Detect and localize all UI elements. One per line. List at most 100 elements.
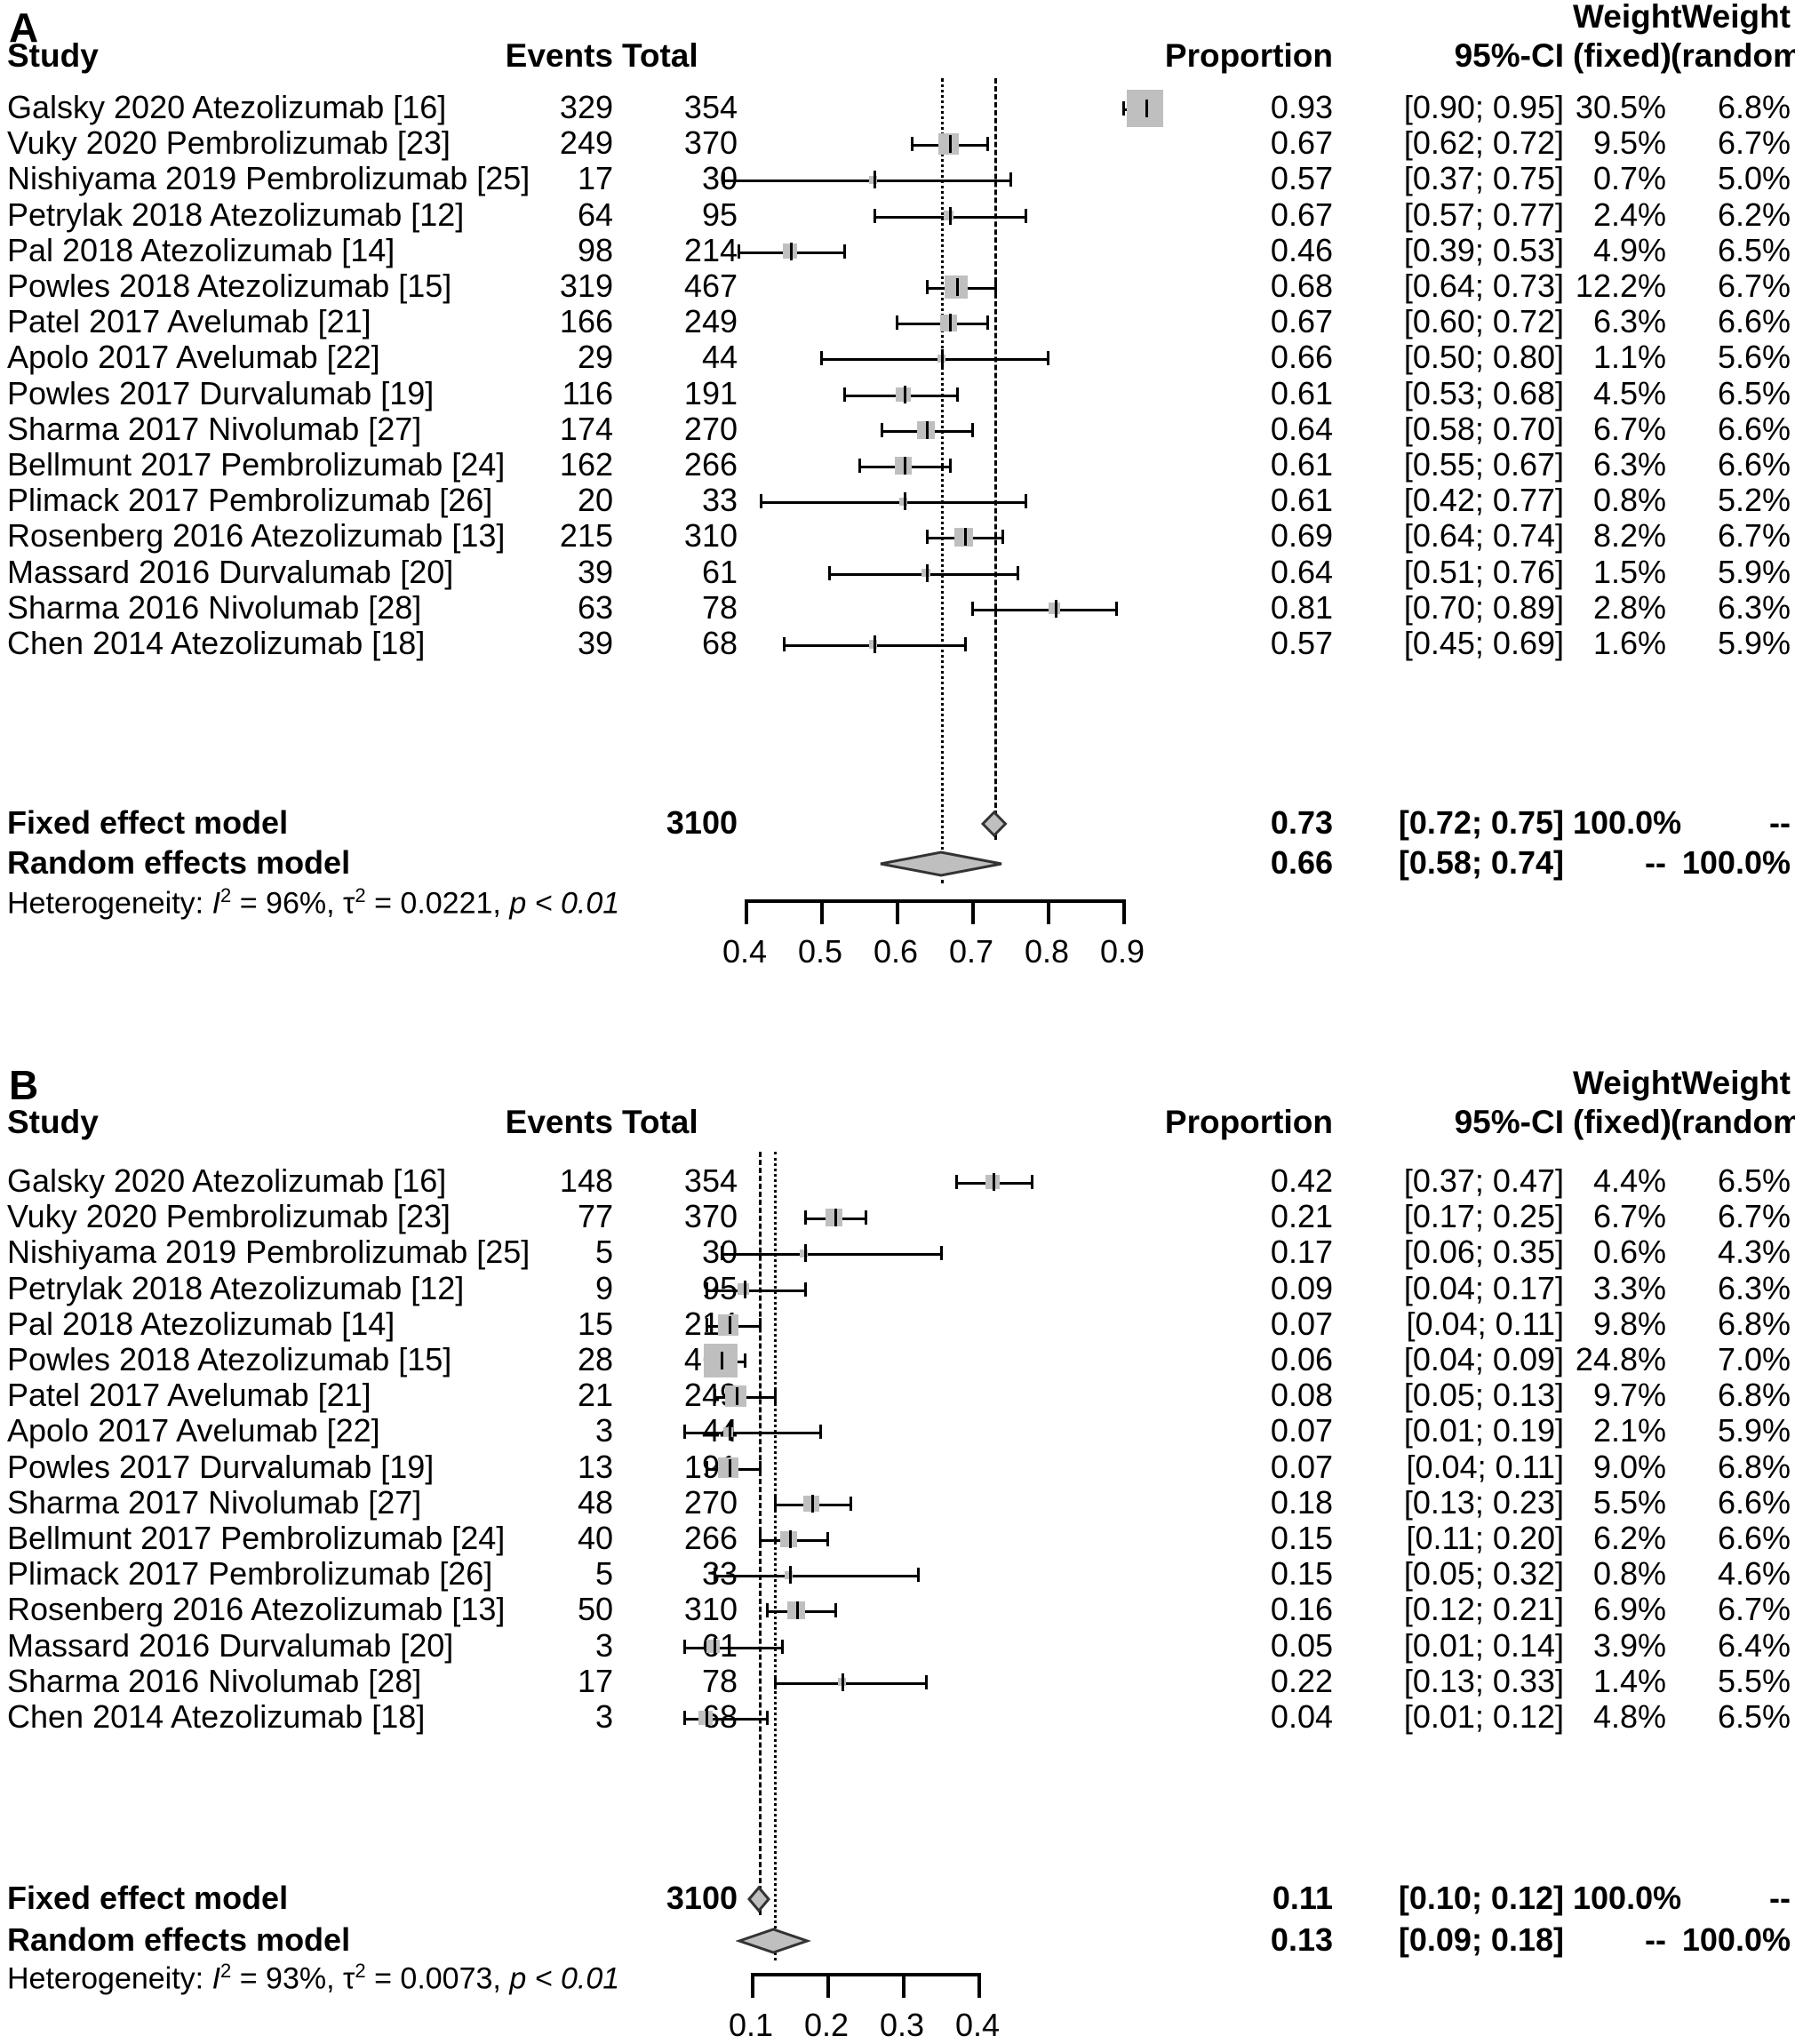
fixed-reference-line <box>993 78 997 840</box>
ci-cap-left <box>722 172 725 188</box>
study-events: 28 <box>577 1341 613 1377</box>
study-total: 95 <box>701 196 738 233</box>
ci-cap-right <box>1114 601 1118 616</box>
study-weight-random: 5.6% <box>1717 339 1791 376</box>
study-events: 9 <box>594 1269 613 1306</box>
x-axis-tick-label: 0.4 <box>722 933 768 970</box>
study-total: 78 <box>701 1662 738 1699</box>
study-events: 63 <box>577 588 613 626</box>
ci-cap-right <box>826 1532 829 1546</box>
study-weight-fixed: 9.0% <box>1592 1448 1666 1485</box>
study-ci: [0.70; 0.89] <box>1403 588 1564 626</box>
ci-cap-left <box>827 565 831 580</box>
study-events: 3 <box>594 1412 613 1449</box>
ci-cap-right <box>956 387 959 402</box>
column-header-ci: 95%-CI <box>1454 1104 1564 1140</box>
study-proportion: 0.68 <box>1270 267 1333 304</box>
study-events: 77 <box>577 1198 613 1235</box>
x-axis-tick-label: 0.9 <box>1099 933 1145 970</box>
study-label: Sharma 2016 Nivolumab [28] <box>7 1662 422 1699</box>
study-weight-random: 6.4% <box>1717 1626 1791 1664</box>
study-label: Vuky 2020 Pembrolizumab [23] <box>7 124 451 162</box>
study-label: Plimack 2017 Pembrolizumab [26] <box>7 1555 493 1593</box>
confidence-interval-line <box>820 358 1047 362</box>
ci-cap-right <box>924 1674 928 1689</box>
column-header-weight-random: (random) <box>1671 1104 1795 1140</box>
study-label: Petrylak 2018 Atezolizumab [12] <box>7 1269 465 1306</box>
x-axis-line <box>751 1973 977 1976</box>
study-weight-random: 5.5% <box>1717 1662 1791 1699</box>
study-label: Apolo 2017 Avelumab [22] <box>7 1412 380 1449</box>
study-point-estimate <box>948 314 952 332</box>
ci-cap-right <box>781 1639 784 1654</box>
study-weight-fixed: 2.1% <box>1592 1412 1666 1449</box>
fixed-effect-weight-fixed: 100.0% <box>1573 1880 1682 1916</box>
study-proportion: 0.15 <box>1270 1520 1333 1556</box>
ci-cap-right <box>834 1603 837 1618</box>
study-ci: [0.39; 0.53] <box>1403 231 1564 268</box>
study-events: 21 <box>577 1377 613 1414</box>
ci-cap-right <box>1024 208 1027 223</box>
ci-cap-right <box>963 637 967 651</box>
heterogeneity-text: Heterogeneity: I2 = 96%, τ2 = 0.0221, p … <box>7 884 620 921</box>
random-effects-model-label: Random effects model <box>7 844 351 881</box>
x-axis-tick <box>977 1973 981 1998</box>
random-effects-weight-fixed: -- <box>1645 1921 1666 1958</box>
study-label: Patel 2017 Avelumab [21] <box>7 1377 371 1414</box>
study-total: 270 <box>683 1483 738 1521</box>
study-ci: [0.01; 0.14] <box>1403 1626 1564 1664</box>
study-events: 64 <box>577 196 613 233</box>
study-weight-fixed: 4.9% <box>1592 231 1666 268</box>
study-label: Nishiyama 2019 Pembrolizumab [25] <box>7 160 531 197</box>
study-proportion: 0.22 <box>1270 1662 1333 1699</box>
study-total: 78 <box>701 588 738 626</box>
study-events: 15 <box>577 1305 613 1342</box>
study-weight-random: 6.6% <box>1717 1520 1791 1556</box>
column-header-total: Total <box>622 37 698 74</box>
x-axis-tick-label: 0.8 <box>1024 933 1070 970</box>
study-weight-random: 7.0% <box>1717 1341 1791 1377</box>
study-point-estimate <box>811 1494 814 1513</box>
fixed-effect-total: 3100 <box>666 804 738 841</box>
study-label: Rosenberg 2016 Atezolizumab [13] <box>7 517 506 555</box>
study-total: 270 <box>683 410 738 447</box>
study-events: 162 <box>559 446 613 483</box>
ci-cap-left <box>926 280 929 294</box>
fixed-effect-model-label: Fixed effect model <box>7 1880 289 1916</box>
ci-cap-left <box>713 1568 716 1583</box>
study-proportion: 0.67 <box>1270 196 1333 233</box>
study-total: 44 <box>701 339 738 376</box>
study-total: 30 <box>701 160 738 197</box>
study-label: Plimack 2017 Pembrolizumab [26] <box>7 482 493 519</box>
x-axis-tick <box>971 899 975 924</box>
study-proportion: 0.05 <box>1270 1626 1333 1664</box>
x-axis-tick <box>902 1973 905 1998</box>
study-label: Galsky 2020 Atezolizumab [16] <box>7 1162 447 1199</box>
study-total: 68 <box>701 1698 738 1735</box>
study-ci: [0.50; 0.80] <box>1403 339 1564 376</box>
column-header-events: Events <box>505 37 613 74</box>
random-effects-proportion: 0.13 <box>1270 1921 1333 1958</box>
study-point-estimate <box>736 1387 738 1406</box>
ci-cap-right <box>758 1317 762 1332</box>
study-ci: [0.45; 0.69] <box>1403 625 1564 661</box>
column-header-events: Events <box>505 1104 613 1140</box>
study-proportion: 0.64 <box>1270 410 1333 447</box>
random-effects-diamond <box>880 850 1002 877</box>
study-ci: [0.37; 0.47] <box>1403 1162 1564 1199</box>
fixed-effect-diamond <box>980 810 1008 838</box>
random-effects-weight-random: 100.0% <box>1681 1921 1791 1958</box>
study-point-estimate <box>803 1244 807 1263</box>
study-proportion: 0.08 <box>1270 1377 1333 1414</box>
study-weight-fixed: 6.7% <box>1592 410 1666 447</box>
study-weight-fixed: 1.1% <box>1592 339 1666 376</box>
study-point-estimate <box>963 528 967 547</box>
study-proportion: 0.42 <box>1270 1162 1333 1199</box>
study-label: Apolo 2017 Avelumab [22] <box>7 339 380 376</box>
study-point-estimate <box>873 171 876 189</box>
study-label: Petrylak 2018 Atezolizumab [12] <box>7 196 465 233</box>
study-ci: [0.51; 0.76] <box>1403 553 1564 590</box>
ci-cap-left <box>706 1460 708 1475</box>
study-label: Chen 2014 Atezolizumab [18] <box>7 1698 426 1735</box>
study-point-estimate <box>728 1458 731 1477</box>
